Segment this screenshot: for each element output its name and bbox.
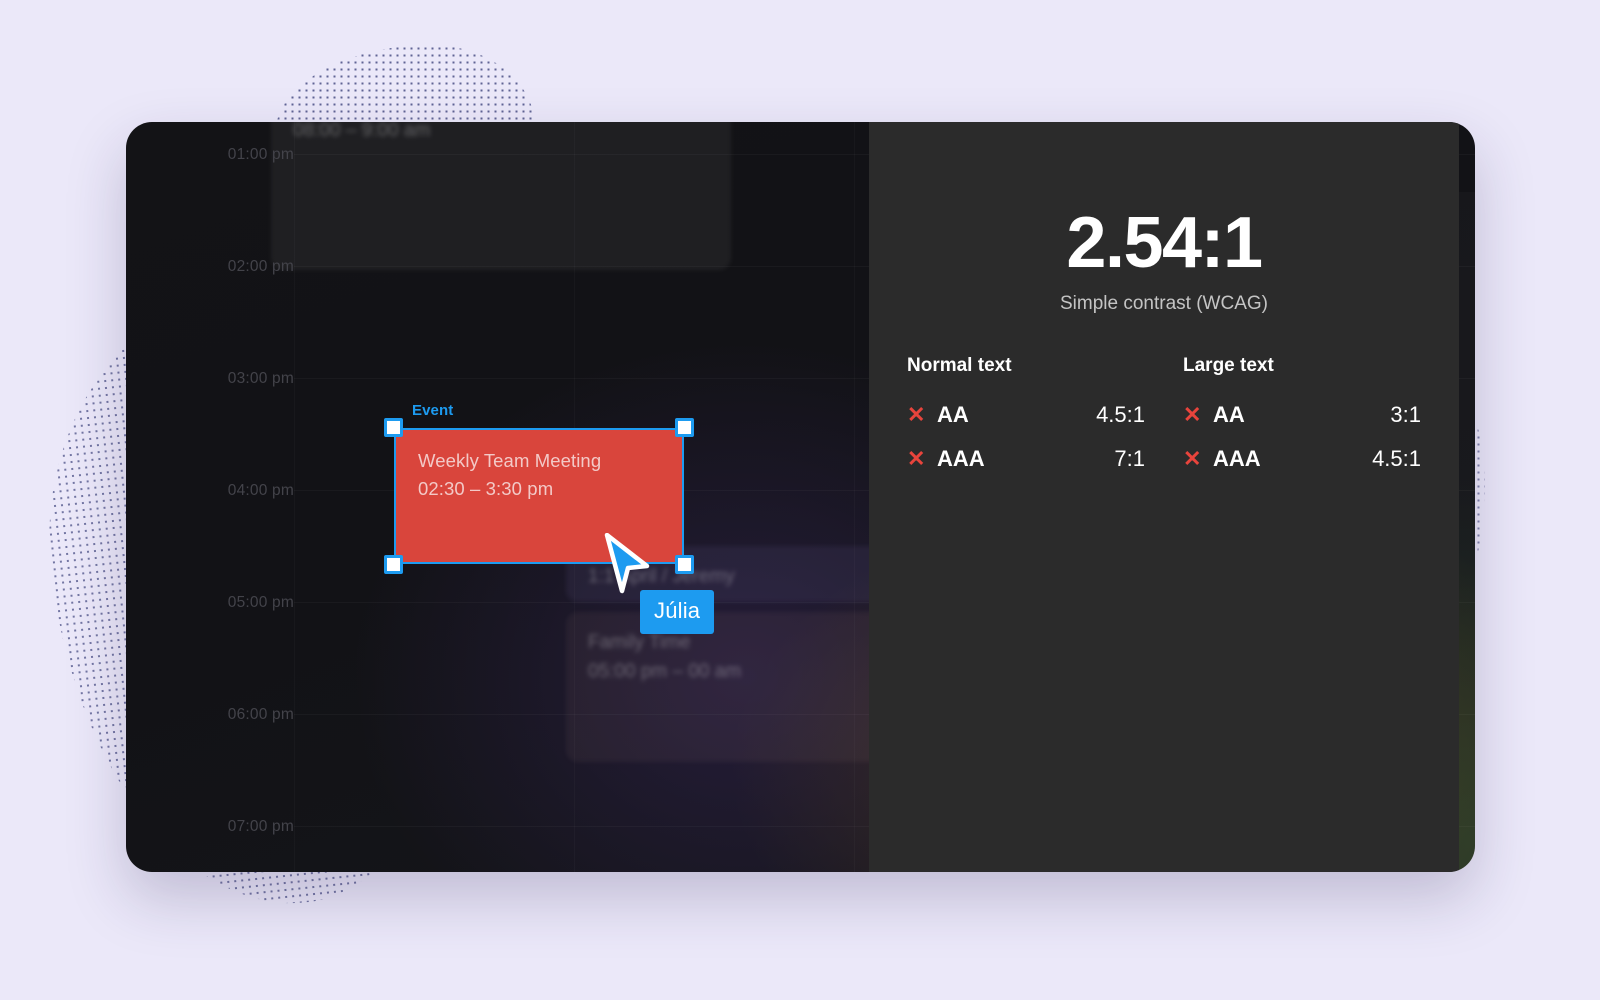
wcag-required: 7:1 [1114,446,1145,472]
time-label: 05:00 pm [227,594,294,611]
time-gutter: 01:00 pm 02:00 pm 03:00 pm 04:00 pm 05:0… [126,122,294,872]
contrast-panel: 2.54:1 Simple contrast (WCAG) Normal tex… [869,122,1459,872]
resize-handle-bottom-left[interactable] [384,555,403,574]
fail-x-icon: ✕ [1183,402,1202,428]
background-event-text: 08:00 – 9:00 am [293,122,431,141]
wcag-column-large: Large text ✕ AA 3:1 ✕ AAA 4.5:1 [1183,355,1421,481]
background-event-title: Family Time [588,632,691,653]
wcag-column-title: Normal text [907,355,1012,377]
wcag-required: 4.5:1 [1096,402,1145,428]
time-label: 01:00 pm [227,146,294,163]
event-time: 02:30 – 3:30 pm [418,478,554,499]
time-label: 03:00 pm [227,370,294,387]
cursor-pointer-icon [604,533,650,594]
resize-handle-top-right[interactable] [675,418,694,437]
background-event-time: 05:00 pm – 00 am [588,661,742,683]
wcag-column-title: Large text [1183,355,1274,377]
fail-x-icon: ✕ [1183,446,1202,472]
wcag-required: 3:1 [1390,402,1421,428]
wcag-level: AA [937,402,969,428]
wcag-column-normal: Normal text ✕ AA 4.5:1 ✕ AAA 7:1 [907,355,1145,481]
wcag-row: ✕ AA 3:1 [1183,393,1421,437]
wcag-results-grid: Normal text ✕ AA 4.5:1 ✕ AAA 7:1 Large t… [907,355,1421,481]
time-label: 04:00 pm [227,482,294,499]
cursor-user-label: Júlia [640,590,715,634]
time-label: 07:00 pm [227,818,294,835]
wcag-level: AA [1213,402,1245,428]
resize-handle-top-left[interactable] [384,418,403,437]
event-selection-tag: Event [412,402,454,419]
contrast-ratio-value: 2.54:1 [1066,203,1263,283]
background-event[interactable]: 08:00 – 9:00 am [271,122,731,270]
event-title: Weekly Team Meeting [418,450,602,471]
fail-x-icon: ✕ [907,402,926,428]
resize-handle-bottom-right[interactable] [675,555,694,574]
time-label: 06:00 pm [227,706,294,723]
wcag-row: ✕ AAA 7:1 [907,437,1145,481]
contrast-ratio-caption: Simple contrast (WCAG) [1060,293,1268,315]
fail-x-icon: ✕ [907,446,926,472]
wcag-row: ✕ AAA 4.5:1 [1183,437,1421,481]
wcag-level: AAA [1213,446,1261,472]
app-window: 08:00 – 9:00 am 1:1 April / Jeremy Famil… [126,122,1475,872]
wcag-required: 4.5:1 [1372,446,1421,472]
background-event[interactable]: Family Time 05:00 pm – 00 am [566,612,896,762]
time-label: 02:00 pm [227,258,294,275]
wcag-row: ✕ AA 4.5:1 [907,393,1145,437]
wcag-level: AAA [937,446,985,472]
